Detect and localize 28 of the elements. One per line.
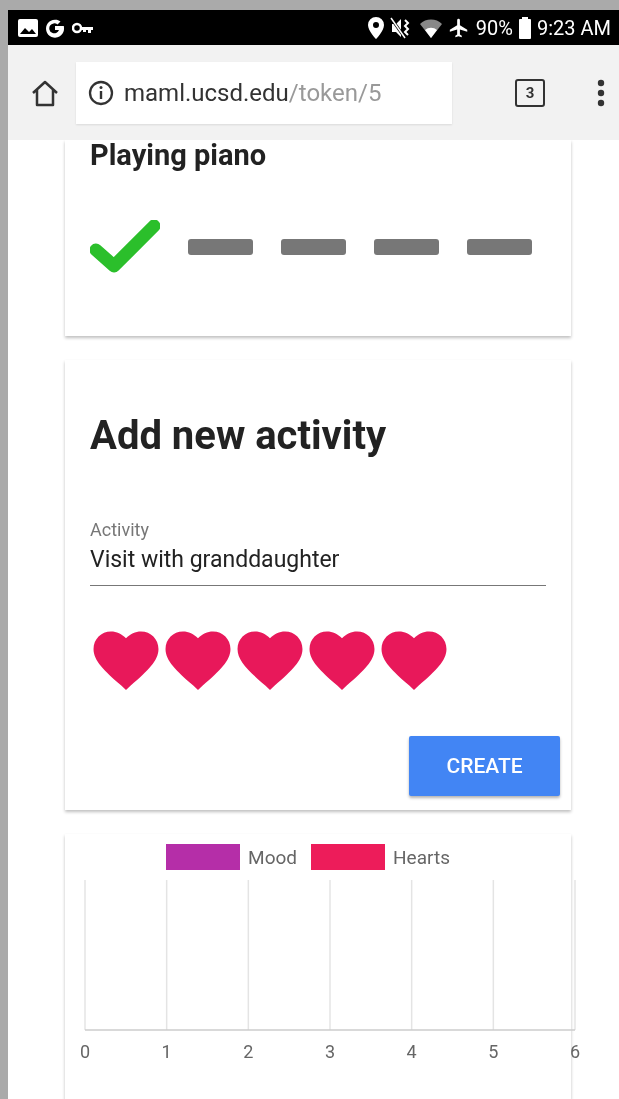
x-tick-label: 3 [324, 1041, 336, 1062]
image-icon [18, 18, 38, 37]
x-tick-label: 2 [243, 1041, 254, 1062]
home-icon[interactable] [30, 78, 60, 107]
x-tick-label: 0 [79, 1041, 91, 1062]
legend-label: Hearts [393, 845, 450, 869]
legend-label: Mood [248, 845, 298, 869]
url-text[interactable]: maml.ucsd.edu/token/5 [124, 78, 382, 107]
field-label: Activity [90, 519, 150, 540]
activity-title: Playing piano [90, 140, 268, 172]
x-tick-label: 4 [406, 1041, 417, 1062]
menu-icon[interactable] [597, 78, 605, 107]
battery-level: 90% [475, 15, 513, 40]
tab-count-button[interactable]: 3 [515, 78, 545, 107]
create-button[interactable]: CREATE [409, 736, 560, 796]
clock-time: 9:23 AM [536, 15, 611, 40]
x-tick-label: 1 [161, 1041, 172, 1062]
card-title: Add new activity [90, 412, 388, 459]
location-pin-icon [367, 16, 384, 39]
key-icon [72, 21, 94, 34]
x-tick-label: 5 [488, 1041, 499, 1062]
battery-icon [518, 16, 531, 39]
wifi-icon [419, 17, 442, 38]
airplane-icon [447, 16, 470, 39]
info-icon[interactable] [88, 79, 114, 106]
activity-input-field[interactable]: Visit with granddaughter [90, 540, 546, 586]
address-bar[interactable]: maml.ucsd.edu/token/5 [76, 61, 452, 124]
x-tick-label: 6 [569, 1041, 581, 1062]
